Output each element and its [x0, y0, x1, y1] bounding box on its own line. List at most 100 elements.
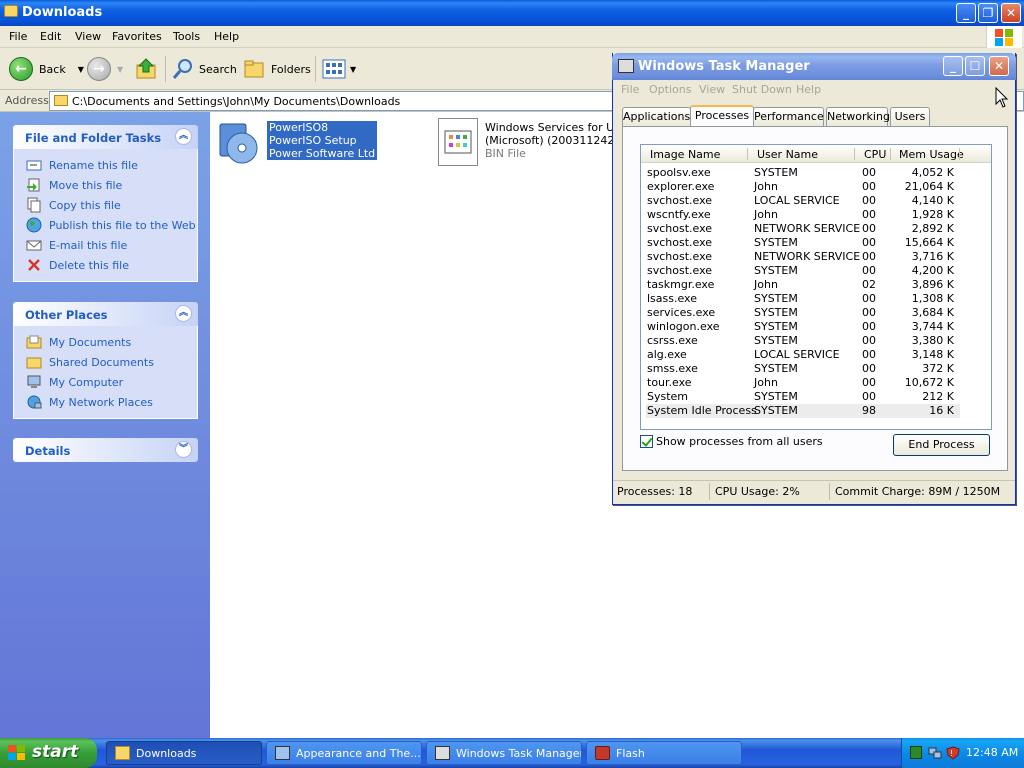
- my-computer-link[interactable]: My Computer: [14, 372, 197, 392]
- process-row[interactable]: explorer.exe John 00 21,064 K: [646, 180, 960, 194]
- dropdown-arrow-icon[interactable]: ▼: [78, 65, 84, 74]
- process-list[interactable]: Image Name User Name CPU Mem Usage spool…: [640, 144, 992, 430]
- dropdown-arrow-icon[interactable]: ▼: [117, 65, 123, 74]
- process-row[interactable]: smss.exe SYSTEM 00 372 K: [646, 362, 960, 376]
- search-button[interactable]: Search: [171, 54, 237, 84]
- menu-file[interactable]: File: [9, 30, 27, 43]
- tray-app-icon[interactable]: [910, 746, 922, 759]
- tab-networking[interactable]: Networking: [826, 107, 890, 126]
- show-all-users-checkbox[interactable]: Show processes from all users: [640, 435, 823, 448]
- process-row[interactable]: svchost.exe LOCAL SERVICE 00 4,140 K: [646, 194, 960, 208]
- menu-options[interactable]: Options: [649, 83, 691, 96]
- collapse-chevron-icon[interactable]: ︽: [175, 305, 192, 322]
- network-icon[interactable]: [928, 746, 942, 759]
- process-row[interactable]: tour.exe John 00 10,672 K: [646, 376, 960, 390]
- process-row[interactable]: services.exe SYSTEM 00 3,684 K: [646, 306, 960, 320]
- process-row[interactable]: wscntfy.exe John 00 1,928 K: [646, 208, 960, 222]
- menu-help[interactable]: Help: [796, 83, 821, 96]
- security-shield-icon[interactable]: !: [946, 746, 960, 760]
- tab-performance[interactable]: Performance: [753, 107, 824, 126]
- panel-header[interactable]: Other Places ︽: [13, 302, 198, 326]
- close-button[interactable]: ✕: [989, 56, 1009, 76]
- process-row[interactable]: System Idle Process SYSTEM 98 16 K: [646, 404, 960, 418]
- explorer-titlebar[interactable]: Downloads _ ❐ ✕: [0, 0, 1024, 26]
- column-user-name[interactable]: User Name: [757, 148, 818, 161]
- menu-favorites[interactable]: Favorites: [112, 30, 162, 43]
- process-mem: 4,052 K: [911, 166, 954, 179]
- delete-file-link[interactable]: Delete this file: [14, 255, 197, 275]
- process-row[interactable]: spoolsv.exe SYSTEM 00 4,052 K: [646, 166, 960, 180]
- process-user: SYSTEM: [754, 320, 798, 333]
- copy-file-link[interactable]: Copy this file: [14, 195, 197, 215]
- taskbar-button-appearance[interactable]: Appearance and The...: [266, 741, 422, 765]
- processes-tab-panel: Image Name User Name CPU Mem Usage spool…: [622, 126, 1008, 471]
- folders-button[interactable]: Folders: [243, 54, 311, 84]
- process-row[interactable]: taskmgr.exe John 02 3,896 K: [646, 278, 960, 292]
- process-row[interactable]: winlogon.exe SYSTEM 00 3,744 K: [646, 320, 960, 334]
- panel-header[interactable]: File and Folder Tasks ︽: [13, 125, 198, 149]
- system-tray: ! 12:48 AM: [901, 738, 1024, 768]
- column-cpu[interactable]: CPU: [864, 148, 886, 161]
- computer-icon: [27, 375, 41, 388]
- shared-folder-icon: [26, 357, 42, 369]
- menu-view[interactable]: View: [75, 30, 101, 43]
- close-button[interactable]: ✕: [1001, 3, 1021, 23]
- up-folder-button[interactable]: [135, 54, 159, 84]
- process-user: SYSTEM: [754, 306, 798, 319]
- menu-edit[interactable]: Edit: [40, 30, 61, 43]
- start-button[interactable]: start: [0, 738, 97, 768]
- tab-processes[interactable]: Processes: [690, 105, 754, 126]
- my-network-places-link[interactable]: My Network Places: [14, 392, 197, 412]
- menu-help[interactable]: Help: [214, 30, 239, 43]
- menu-tools[interactable]: Tools: [173, 30, 200, 43]
- file-description: PowerISO Setup: [269, 134, 357, 147]
- my-documents-link[interactable]: My Documents: [14, 332, 197, 352]
- process-row[interactable]: lsass.exe SYSTEM 00 1,308 K: [646, 292, 960, 306]
- panel-header[interactable]: Details ︾: [13, 438, 198, 462]
- clock[interactable]: 12:48 AM: [966, 746, 1018, 759]
- back-button[interactable]: ← Back ▼: [9, 54, 84, 84]
- place-label: My Documents: [49, 335, 132, 349]
- minimize-button[interactable]: _: [943, 56, 963, 76]
- process-row[interactable]: System SYSTEM 00 212 K: [646, 390, 960, 404]
- process-row[interactable]: csrss.exe SYSTEM 00 3,380 K: [646, 334, 960, 348]
- process-row[interactable]: svchost.exe SYSTEM 00 4,200 K: [646, 264, 960, 278]
- shared-documents-link[interactable]: Shared Documents: [14, 352, 197, 372]
- process-cpu: 00: [862, 348, 876, 361]
- maximize-button[interactable]: ☐: [965, 56, 985, 76]
- collapse-chevron-icon[interactable]: ︽: [175, 128, 192, 145]
- process-row[interactable]: alg.exe LOCAL SERVICE 00 3,148 K: [646, 348, 960, 362]
- process-row[interactable]: svchost.exe SYSTEM 00 15,664 K: [646, 236, 960, 250]
- restore-button[interactable]: ❐: [978, 3, 998, 23]
- expand-chevron-icon[interactable]: ︾: [175, 441, 192, 458]
- process-row[interactable]: svchost.exe NETWORK SERVICE 00 3,716 K: [646, 250, 960, 264]
- minimize-button[interactable]: _: [956, 3, 976, 23]
- process-cpu: 00: [862, 306, 876, 319]
- task-manager-titlebar[interactable]: Windows Task Manager _ ☐ ✕: [612, 53, 1016, 80]
- menu-shut-down[interactable]: Shut Down: [732, 83, 792, 96]
- process-cpu: 00: [862, 180, 876, 193]
- menu-file[interactable]: File: [621, 83, 639, 96]
- end-process-button[interactable]: End Process: [893, 434, 990, 456]
- task-pane: File and Folder Tasks ︽ Rename this file…: [0, 112, 210, 738]
- forward-button[interactable]: → ▼: [87, 54, 123, 84]
- tab-applications[interactable]: Applications: [622, 107, 691, 126]
- move-file-link[interactable]: Move this file: [14, 175, 197, 195]
- file-name: PowerISO8: [269, 121, 329, 134]
- taskbar-button-task-manager[interactable]: Windows Task Manager: [426, 741, 582, 765]
- tab-users[interactable]: Users: [890, 107, 930, 126]
- publish-file-link[interactable]: Publish this file to the Web: [14, 215, 197, 235]
- column-image-name[interactable]: Image Name: [650, 148, 720, 161]
- rename-file-link[interactable]: Rename this file: [14, 155, 197, 175]
- checkbox-checked-icon[interactable]: [640, 435, 653, 448]
- taskbar-button-flash[interactable]: Flash: [586, 741, 742, 765]
- process-user: SYSTEM: [754, 292, 798, 305]
- my-documents-icon: [26, 335, 42, 349]
- email-file-link[interactable]: E-mail this file: [14, 235, 197, 255]
- process-row[interactable]: svchost.exe NETWORK SERVICE 00 2,892 K: [646, 222, 960, 236]
- taskbar-button-downloads[interactable]: Downloads: [106, 741, 262, 765]
- views-button[interactable]: ▼: [322, 54, 356, 84]
- process-cpu: 00: [862, 236, 876, 249]
- menu-view[interactable]: View: [699, 83, 725, 96]
- column-mem-usage[interactable]: Mem Usage: [899, 148, 964, 161]
